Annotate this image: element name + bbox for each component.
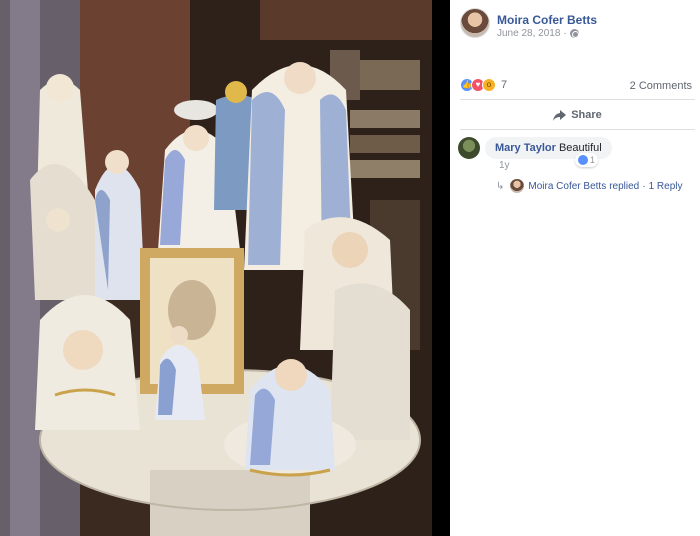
replier-name: Moira Cofer Betts: [528, 180, 607, 192]
comment-reaction-count: 1: [590, 155, 596, 165]
post-photo[interactable]: [0, 0, 432, 536]
reply-count: 1 Reply: [648, 180, 683, 192]
author-name-link[interactable]: Moira Cofer Betts: [497, 13, 597, 27]
photo-illustration: [0, 0, 432, 536]
author-avatar[interactable]: [460, 8, 490, 38]
divider: [460, 129, 695, 130]
reply-arrow-icon: ↳: [496, 180, 505, 192]
comments-count-link[interactable]: 2 Comments: [630, 80, 692, 92]
post-header: Moira Cofer Betts June 28, 2018 ·: [460, 8, 695, 42]
comment-time-link[interactable]: 1y: [499, 160, 510, 171]
comment-item: Mary Taylor Beautiful 1 1y: [458, 137, 698, 177]
divider: [460, 99, 695, 100]
reactions-summary[interactable]: 👍 ♥ o 7 2 Comments: [460, 77, 695, 95]
replies-link[interactable]: ↳ Moira Cofer Betts replied · 1 Reply: [496, 178, 696, 194]
reply-action: replied: [609, 180, 640, 192]
post-date-link[interactable]: June 28, 2018: [497, 28, 560, 39]
commenter-avatar[interactable]: [458, 137, 480, 159]
share-icon: [553, 109, 567, 121]
replier-avatar: [510, 179, 525, 193]
reaction-count[interactable]: 7: [501, 79, 507, 91]
like-icon: [578, 155, 588, 165]
share-button[interactable]: Share: [553, 109, 602, 121]
meta-separator: ·: [563, 28, 567, 39]
post-side-panel: Moira Cofer Betts June 28, 2018 · 👍 ♥ o …: [450, 0, 700, 536]
photo-viewer: [0, 0, 450, 536]
share-label: Share: [571, 109, 602, 121]
post-meta: June 28, 2018 ·: [497, 28, 579, 39]
action-bar: Share: [460, 102, 695, 128]
reply-separator: ·: [642, 180, 646, 192]
commenter-name-link[interactable]: Mary Taylor: [495, 142, 556, 154]
globe-icon[interactable]: [569, 29, 579, 38]
wow-icon: o: [482, 78, 496, 92]
comment-reactions[interactable]: 1: [575, 153, 599, 167]
